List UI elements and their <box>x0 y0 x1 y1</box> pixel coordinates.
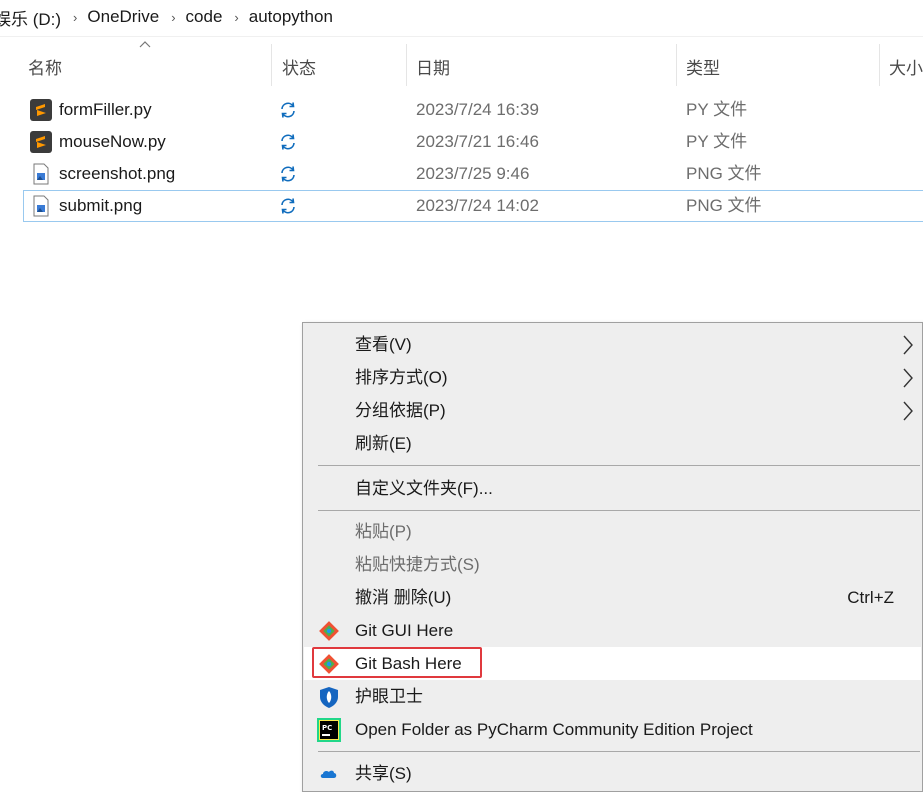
menu-item-git-gui[interactable]: Git GUI Here <box>304 614 921 647</box>
git-icon <box>317 619 341 643</box>
file-date: 2023/7/21 16:46 <box>416 132 539 151</box>
file-type: PNG 文件 <box>686 164 762 183</box>
python-file-icon <box>30 99 52 121</box>
column-header-status[interactable]: 状态 <box>282 54 316 79</box>
column-divider[interactable] <box>676 44 677 86</box>
highlight-annotation <box>312 647 482 678</box>
menu-item-label: 排序方式(O) <box>355 368 448 387</box>
file-name: formFiller.py <box>59 100 152 119</box>
column-header-size[interactable]: 大小 <box>889 54 923 79</box>
menu-item-refresh[interactable]: 刷新(E) <box>304 427 921 460</box>
keyboard-shortcut: Ctrl+Z <box>847 588 894 607</box>
menu-item-pycharm[interactable]: PC Open Folder as PyCharm Community Edit… <box>304 713 921 746</box>
breadcrumb-item-code[interactable]: code <box>182 7 229 27</box>
sync-icon <box>279 101 297 119</box>
shield-icon <box>317 685 341 709</box>
file-row[interactable]: mouseNow.py 2023/7/21 16:46 PY 文件 <box>23 126 923 158</box>
menu-item-view[interactable]: 查看(V) <box>304 328 921 361</box>
menu-item-label: 查看(V) <box>355 335 412 354</box>
menu-separator <box>318 465 920 466</box>
column-divider[interactable] <box>879 44 880 86</box>
column-divider[interactable] <box>271 44 272 86</box>
file-row[interactable]: formFiller.py 2023/7/24 16:39 PY 文件 <box>23 94 923 126</box>
image-file-icon <box>30 195 52 217</box>
file-date: 2023/7/24 14:02 <box>416 196 539 215</box>
menu-item-share[interactable]: 共享(S) <box>304 757 921 790</box>
sort-ascending-icon <box>139 40 151 51</box>
breadcrumb-item-autopython[interactable]: autopython <box>245 7 339 27</box>
file-type: PY 文件 <box>686 100 748 119</box>
breadcrumb-item-onedrive[interactable]: OneDrive <box>83 7 165 27</box>
context-menu: 查看(V) 排序方式(O) 分组依据(P) 刷新(E) 自定义文件夹(F)...… <box>302 322 923 792</box>
breadcrumb: 娱乐 (D:) › OneDrive › code › autopython <box>0 0 923 34</box>
file-name: screenshot.png <box>59 164 176 183</box>
file-date: 2023/7/25 9:46 <box>416 164 530 183</box>
file-date: 2023/7/24 16:39 <box>416 100 539 119</box>
menu-item-label: 自定义文件夹(F)... <box>355 479 493 498</box>
menu-item-undo-delete[interactable]: 撤消 删除(U) Ctrl+Z <box>304 581 921 614</box>
sync-icon <box>279 197 297 215</box>
menu-item-paste[interactable]: 粘贴(P) <box>304 515 921 548</box>
menu-item-label: Open Folder as PyCharm Community Edition… <box>355 720 753 739</box>
file-row-selected[interactable]: submit.png 2023/7/24 14:02 PNG 文件 <box>23 190 923 222</box>
menu-item-label: 共享(S) <box>355 764 412 783</box>
breadcrumb-chevron-icon[interactable]: › <box>67 10 83 25</box>
menu-item-paste-shortcut[interactable]: 粘贴快捷方式(S) <box>304 548 921 581</box>
menu-item-label: Git GUI Here <box>355 621 454 640</box>
menu-item-label: 护眼卫士 <box>355 687 423 706</box>
column-header-type[interactable]: 类型 <box>686 54 720 79</box>
menu-item-label: 分组依据(P) <box>355 401 446 420</box>
onedrive-cloud-icon <box>317 762 341 786</box>
file-name: submit.png <box>59 196 143 215</box>
breadcrumb-item-drive[interactable]: 娱乐 (D:) <box>0 5 67 30</box>
menu-item-group-by[interactable]: 分组依据(P) <box>304 394 921 427</box>
menu-item-label: 撤消 删除(U) <box>355 588 452 607</box>
svg-text:PC: PC <box>322 724 332 732</box>
menu-item-customize-folder[interactable]: 自定义文件夹(F)... <box>304 472 921 505</box>
pycharm-icon: PC <box>317 718 341 742</box>
chevron-right-icon <box>902 367 914 389</box>
file-row[interactable]: screenshot.png 2023/7/25 9:46 PNG 文件 <box>23 158 923 190</box>
menu-item-label: 粘贴(P) <box>355 522 412 541</box>
menu-item-sort-by[interactable]: 排序方式(O) <box>304 361 921 394</box>
file-type: PY 文件 <box>686 132 748 151</box>
sync-icon <box>279 133 297 151</box>
menu-item-eye-guard[interactable]: 护眼卫士 <box>304 680 921 713</box>
file-type: PNG 文件 <box>686 196 762 215</box>
menu-item-git-bash[interactable]: Git Bash Here <box>304 647 921 680</box>
column-divider[interactable] <box>406 44 407 86</box>
menu-item-label: 刷新(E) <box>355 434 412 453</box>
column-header-date[interactable]: 日期 <box>416 54 450 79</box>
breadcrumb-chevron-icon[interactable]: › <box>228 10 244 25</box>
chevron-right-icon <box>902 400 914 422</box>
column-header-name[interactable]: 名称 <box>28 54 62 79</box>
header-divider <box>0 36 923 37</box>
image-file-icon <box>30 163 52 185</box>
menu-item-label: 粘贴快捷方式(S) <box>355 555 480 574</box>
sync-icon <box>279 165 297 183</box>
file-name: mouseNow.py <box>59 132 166 151</box>
chevron-right-icon <box>902 334 914 356</box>
python-file-icon <box>30 131 52 153</box>
menu-separator <box>318 751 920 752</box>
breadcrumb-chevron-icon[interactable]: › <box>165 10 181 25</box>
menu-separator <box>318 510 920 511</box>
